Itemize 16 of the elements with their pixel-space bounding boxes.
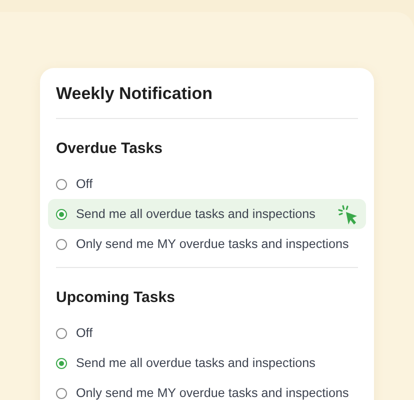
option-label: Send me all overdue tasks and inspections (76, 207, 316, 221)
option-label: Send me all overdue tasks and inspections (76, 356, 316, 370)
radio-button[interactable] (56, 178, 67, 190)
radio-button[interactable] (56, 238, 67, 250)
option-row-highlight[interactable]: Send me all overdue tasks and inspections (48, 199, 366, 229)
option-label: Only send me MY overdue tasks and inspections (76, 386, 349, 400)
radio-button[interactable] (56, 388, 67, 398)
card-title: Weekly Notification (55, 83, 214, 105)
radio-button[interactable] (56, 328, 67, 338)
section-heading: Upcoming Tasks (55, 288, 176, 308)
option-label: Off (76, 326, 93, 340)
radio-button[interactable] (56, 358, 67, 368)
option-label: Only send me MY overdue tasks and inspections (76, 237, 349, 251)
option-label: Off (76, 177, 93, 191)
radio-button[interactable] (56, 208, 67, 220)
section-heading: Overdue Tasks (55, 139, 164, 159)
